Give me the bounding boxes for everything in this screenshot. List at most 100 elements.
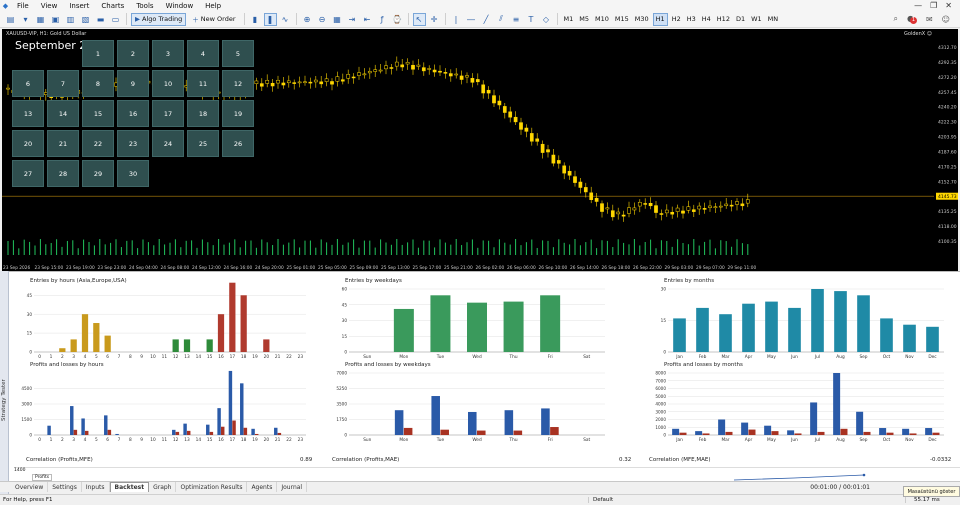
tab-optimization-results[interactable]: Optimization Results — [176, 482, 248, 492]
tab-overview[interactable]: Overview — [11, 482, 49, 492]
calendar-day[interactable]: 23 — [117, 130, 149, 157]
price-chart[interactable]: 4312.70 4292.35 4272.20 4257.45 4240.20 4222.… — [2, 29, 958, 262]
calendar-day[interactable]: 12 — [222, 70, 254, 97]
close-icon[interactable]: ✕ — [945, 1, 952, 10]
chart-shift-icon[interactable]: ⇤ — [361, 13, 374, 26]
profiles-icon[interactable]: ▾ — [19, 13, 32, 26]
fibonacci-icon[interactable]: ≡ — [510, 13, 523, 26]
menu-file[interactable]: File — [11, 2, 35, 10]
calendar-day[interactable]: 21 — [47, 130, 79, 157]
calendar-day[interactable]: 24 — [152, 130, 184, 157]
calendar-day[interactable]: 2 — [117, 40, 149, 67]
candle-body — [340, 79, 345, 82]
calendar-day[interactable]: 10 — [152, 70, 184, 97]
messages-icon[interactable]: ✉ — [926, 15, 933, 24]
tab-agents[interactable]: Agents — [247, 482, 278, 492]
calendar-day[interactable]: 15 — [82, 100, 114, 127]
timeframe-w1[interactable]: W1 — [749, 13, 764, 26]
new-order-button[interactable]: ＋ New Order — [188, 13, 239, 26]
terminal-icon[interactable]: ▬ — [94, 13, 107, 26]
timeframe-h1[interactable]: H1 — [652, 12, 668, 26]
vertical-line-icon[interactable]: | — [450, 13, 463, 26]
menu-tools[interactable]: Tools — [130, 2, 159, 10]
market-watch-icon[interactable]: ▣ — [49, 13, 62, 26]
calendar-day[interactable]: 8 — [82, 70, 114, 97]
minimize-icon[interactable]: — — [914, 1, 922, 10]
calendar-day[interactable]: 1 — [82, 40, 114, 67]
account-icon[interactable]: ☺ — [942, 15, 950, 24]
timeframe-m10[interactable]: M10 — [593, 13, 611, 26]
tester-icon[interactable]: ▭ — [109, 13, 122, 26]
calendar-day[interactable]: 30 — [117, 160, 149, 187]
menu-help[interactable]: Help — [199, 2, 227, 10]
timeframe-h3[interactable]: H3 — [685, 13, 698, 26]
channel-icon[interactable]: ⫽ — [495, 13, 508, 26]
calendar-day[interactable]: 19 — [222, 100, 254, 127]
restore-icon[interactable]: ❐ — [930, 1, 937, 10]
zoom-in-icon[interactable]: ⊕ — [301, 13, 314, 26]
menu-window[interactable]: Window — [160, 2, 200, 10]
tab-inputs[interactable]: Inputs — [82, 482, 110, 492]
trendline-icon[interactable]: ╱ — [480, 13, 493, 26]
strategy-tester-strip[interactable]: Strategy Tester — [0, 271, 9, 494]
calendar-day[interactable]: 16 — [117, 100, 149, 127]
tab-journal[interactable]: Journal — [277, 482, 308, 492]
tab-graph[interactable]: Graph — [149, 482, 177, 492]
calendar-day[interactable]: 6 — [12, 70, 44, 97]
correlation-profits-mae-label: Correlation (Profits,MAE) — [332, 457, 400, 463]
calendar-day[interactable]: 17 — [152, 100, 184, 127]
timeframe-h2[interactable]: H2 — [670, 13, 683, 26]
calendar-day[interactable]: 9 — [117, 70, 149, 97]
bar-chart-icon[interactable]: ▮ — [249, 13, 262, 26]
navigator-icon[interactable]: ▥ — [64, 13, 77, 26]
timeframe-d1[interactable]: D1 — [734, 13, 747, 26]
tab-backtest[interactable]: Backtest — [109, 482, 150, 492]
calendar-day[interactable]: 3 — [152, 40, 184, 67]
calendar-day[interactable]: 27 — [12, 160, 44, 187]
calendar-day[interactable]: 20 — [12, 130, 44, 157]
menu-insert[interactable]: Insert — [63, 2, 95, 10]
periods-icon[interactable]: ⌚ — [391, 13, 404, 26]
calendar-day[interactable]: 25 — [187, 130, 219, 157]
timeframe-mn[interactable]: MN — [766, 13, 780, 26]
timeframe-h4[interactable]: H4 — [700, 13, 713, 26]
menu-view[interactable]: View — [35, 2, 64, 10]
calendar-day[interactable]: 14 — [47, 100, 79, 127]
menu-charts[interactable]: Charts — [95, 2, 130, 10]
new-chart-icon[interactable]: ▤ — [4, 13, 17, 26]
calendar-day[interactable]: 22 — [82, 130, 114, 157]
calendar-day[interactable]: 29 — [82, 160, 114, 187]
calendar-day[interactable]: 26 — [222, 130, 254, 157]
timeframe-m5[interactable]: M5 — [577, 13, 591, 26]
search-icon[interactable]: ⌕ — [893, 14, 897, 24]
timeframe-h12[interactable]: H12 — [715, 13, 732, 26]
autoscroll-icon[interactable]: ⇥ — [346, 13, 359, 26]
line-chart-icon[interactable]: ∿ — [279, 13, 292, 26]
shapes-icon[interactable]: ◇ — [540, 13, 553, 26]
indicators-icon[interactable]: ƒ — [376, 13, 389, 26]
expert-badge[interactable]: GoldenX ☺ — [904, 31, 932, 37]
timeframe-m30[interactable]: M30 — [633, 13, 651, 26]
zoom-out-icon[interactable]: ⊖ — [316, 13, 329, 26]
calendar-day[interactable]: 5 — [222, 40, 254, 67]
calendar-day[interactable]: 28 — [47, 160, 79, 187]
candlestick-icon[interactable]: ❚ — [263, 12, 277, 26]
timeframe-m1[interactable]: M1 — [562, 13, 576, 26]
tile-windows-icon[interactable]: ▦ — [331, 13, 344, 26]
templates-icon[interactable]: ▦ — [34, 13, 47, 26]
calendar-day[interactable]: 11 — [187, 70, 219, 97]
tab-settings[interactable]: Settings — [48, 482, 82, 492]
candle-body — [670, 211, 675, 215]
text-tool-icon[interactable]: T — [525, 13, 538, 26]
horizontal-line-icon[interactable]: ― — [465, 13, 478, 26]
calendar-day[interactable]: 7 — [47, 70, 79, 97]
timeframe-m15[interactable]: M15 — [613, 13, 631, 26]
cursor-icon[interactable]: ↖ — [412, 12, 426, 26]
calendar-day[interactable]: 13 — [12, 100, 44, 127]
data-window-icon[interactable]: ▧ — [79, 13, 92, 26]
calendar-day[interactable]: 4 — [187, 40, 219, 67]
algo-trading-button[interactable]: ▶ Algo Trading — [131, 12, 187, 26]
calendar-day[interactable]: 18 — [187, 100, 219, 127]
notifications-icon[interactable]: ●1 — [907, 14, 917, 24]
crosshair-icon[interactable]: ✛ — [428, 13, 441, 26]
